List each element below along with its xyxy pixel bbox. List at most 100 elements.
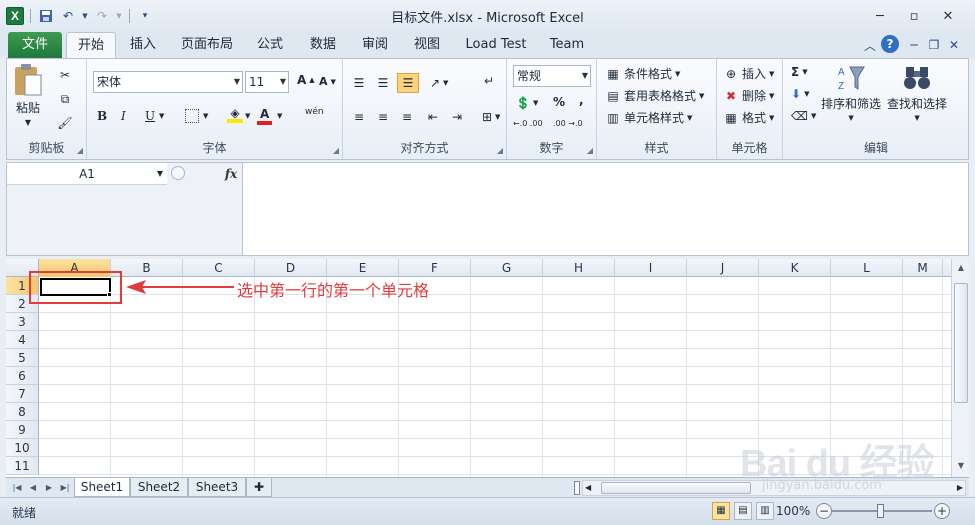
tab-team[interactable]: Team [544,32,590,58]
name-box[interactable]: A1 ▼ [7,163,167,185]
increase-indent-icon[interactable]: ⇥ [449,109,465,125]
tab-page-layout[interactable]: 页面布局 [174,32,240,58]
next-sheet-icon[interactable]: ▶ [42,480,56,496]
row-header-3[interactable]: 3 [6,313,39,331]
chevron-down-icon[interactable]: ▼ [157,163,163,185]
insert-function-button[interactable]: fx [221,165,241,183]
workbook-restore-icon[interactable]: ❐ [924,35,944,55]
dialog-launcher-icon[interactable]: ◢ [77,146,83,155]
tab-formulas[interactable]: 公式 [248,32,292,58]
row-header-6[interactable]: 6 [6,367,39,385]
chevron-down-icon[interactable]: ▼ [495,113,500,121]
tab-file[interactable]: 文件 [8,32,62,58]
horizontal-scroll-thumb[interactable] [601,482,751,494]
copy-icon[interactable]: ⧉ [57,91,73,107]
font-color-icon[interactable]: A [257,107,273,125]
cut-icon[interactable]: ✂ [57,67,73,83]
row-header-7[interactable]: 7 [6,385,39,403]
currency-icon[interactable]: 💲 [515,95,531,111]
scroll-up-icon[interactable]: ▲ [954,261,968,275]
decrease-decimal-button[interactable]: .00 →.0 [553,119,583,128]
first-sheet-icon[interactable]: |◀ [10,480,24,496]
column-header-e[interactable]: E [327,259,399,277]
normal-view-icon[interactable]: ▦ [712,502,730,520]
sheet-tab-1[interactable]: Sheet1 [74,478,130,497]
column-header-f[interactable]: F [399,259,471,277]
column-header-i[interactable]: I [615,259,687,277]
scroll-right-icon[interactable]: ▶ [957,481,963,495]
minimize-ribbon-icon[interactable]: ︿ [860,35,880,55]
wrap-text-icon[interactable]: ↵ [481,73,497,89]
column-header-h[interactable]: H [543,259,615,277]
scroll-left-icon[interactable]: ◀ [585,481,591,495]
chevron-down-icon[interactable]: ▼ [277,112,282,120]
chevron-down-icon[interactable]: ▼ [533,99,538,107]
orientation-icon[interactable]: ↗ [427,75,443,91]
underline-button[interactable]: U [145,109,155,123]
italic-button[interactable]: I [121,109,126,123]
zoom-level[interactable]: 100% [776,504,810,518]
workbook-close-icon[interactable]: ✕ [944,35,964,55]
conditional-format-button[interactable]: ▦ 条件格式 ▼ [605,65,680,82]
row-header-9[interactable]: 9 [6,421,39,439]
insert-sheet-icon[interactable]: ✚ [246,478,272,497]
align-middle-icon[interactable]: ☰ [375,75,391,91]
phonetic-guide-icon[interactable]: wén [305,107,324,117]
page-break-view-icon[interactable]: ▥ [756,502,774,520]
tab-split-handle[interactable] [574,481,580,495]
borders-icon[interactable] [185,109,199,123]
align-right-icon[interactable]: ≡ [399,109,415,125]
column-header-m[interactable]: M [903,259,943,277]
tab-review[interactable]: 审阅 [354,32,396,58]
align-center-icon[interactable]: ≡ [375,109,391,125]
increase-decimal-button[interactable]: ←.0 .00 [513,119,543,128]
font-name-combo[interactable]: 宋体 ▼ [93,71,243,93]
align-left-icon[interactable]: ≡ [351,109,367,125]
last-sheet-icon[interactable]: ▶| [58,480,72,496]
column-header-g[interactable]: G [471,259,543,277]
zoom-in-icon[interactable]: + [934,503,950,519]
column-header-j[interactable]: J [687,259,759,277]
dialog-launcher-icon[interactable]: ◢ [333,146,339,155]
format-painter-icon[interactable]: 🖌 [57,115,73,131]
vertical-scrollbar[interactable]: ▲ ▼ [951,259,969,477]
tab-view[interactable]: 视图 [406,32,448,58]
column-header-d[interactable]: D [255,259,327,277]
comma-button[interactable]: , [579,93,584,107]
grow-font-icon[interactable]: A ▲ [297,73,315,87]
bold-button[interactable]: B [97,109,107,123]
cell-styles-button[interactable]: ▥ 单元格样式 ▼ [605,109,692,126]
chevron-down-icon[interactable]: ▼ [245,112,250,120]
tab-load-test[interactable]: Load Test [458,32,534,58]
sheet-tab-2[interactable]: Sheet2 [130,478,188,497]
column-header-c[interactable]: C [183,259,255,277]
fill-color-icon[interactable]: ◈ [227,106,243,123]
workbook-minimize-icon[interactable]: ─ [904,35,924,55]
row-header-4[interactable]: 4 [6,331,39,349]
sheet-tab-3[interactable]: Sheet3 [188,478,246,497]
minimize-button[interactable]: ─ [866,6,894,26]
row-header-11[interactable]: 11 [6,457,39,475]
vertical-scroll-thumb[interactable] [954,283,968,403]
insert-cells-button[interactable]: ⊕ 插入 ▼ [723,65,774,82]
dialog-launcher-icon[interactable]: ◢ [587,146,593,155]
chevron-down-icon[interactable]: ▼ [159,112,164,120]
prev-sheet-icon[interactable]: ◀ [26,480,40,496]
autosum-icon[interactable]: Σ ▼ [791,65,808,79]
format-as-table-button[interactable]: ▤ 套用表格格式 ▼ [605,87,704,104]
decrease-indent-icon[interactable]: ⇤ [425,109,441,125]
format-cells-button[interactable]: ▦ 格式 ▼ [723,109,774,126]
column-header-k[interactable]: K [759,259,831,277]
shrink-font-icon[interactable]: A ▼ [319,75,336,88]
paste-button[interactable]: 粘贴 ▼ [13,63,43,127]
fill-icon[interactable]: ⬇ ▼ [791,87,809,101]
clear-icon[interactable]: ⌫ ▼ [791,109,816,123]
formula-input[interactable] [247,165,965,251]
find-select-button[interactable]: 查找和选择 ▼ [887,63,947,122]
delete-cells-button[interactable]: ✖ 删除 ▼ [723,87,774,104]
help-icon[interactable]: ? [881,35,899,53]
close-button[interactable]: ✕ [934,6,962,26]
column-header-l[interactable]: L [831,259,903,277]
dialog-launcher-icon[interactable]: ◢ [497,146,503,155]
merge-center-icon[interactable]: ⊞ [479,109,495,125]
